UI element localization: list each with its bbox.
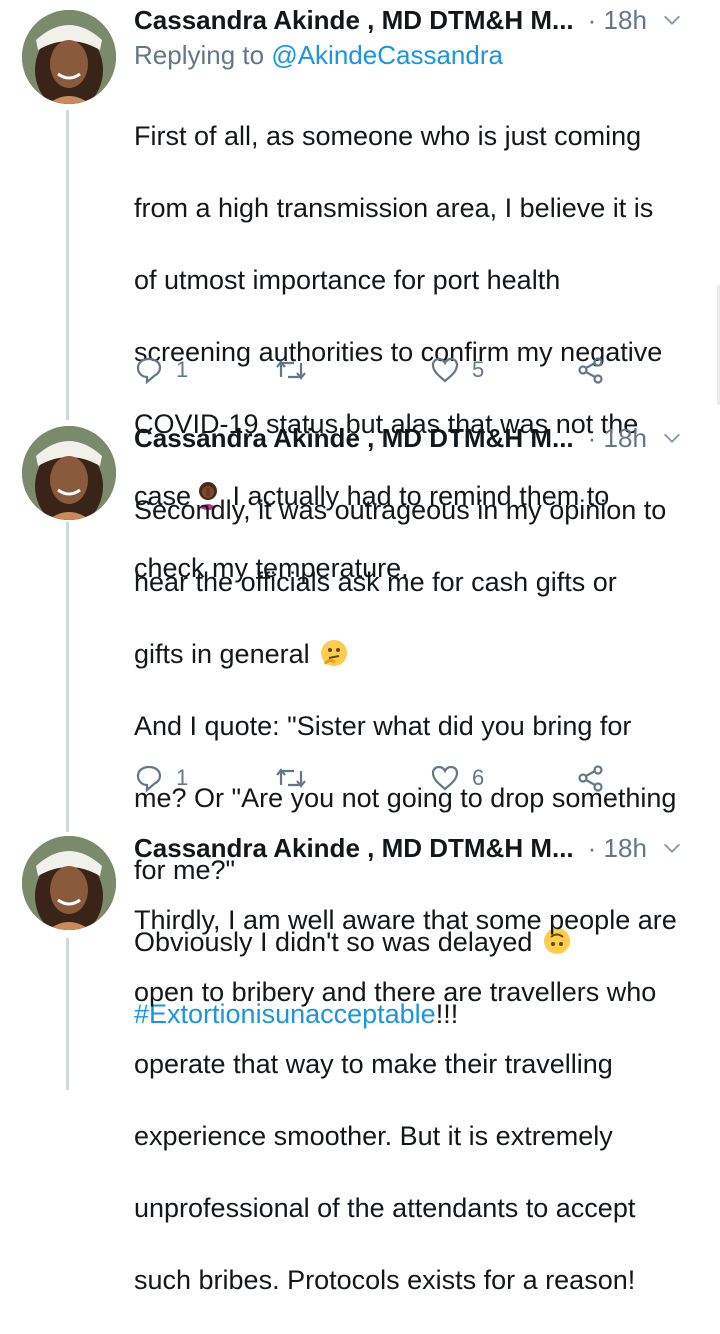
- retweet-icon: [276, 360, 306, 380]
- text-line: unprofessional of the attendants to acce…: [134, 1193, 636, 1223]
- like-button[interactable]: 5: [430, 350, 484, 390]
- author-name[interactable]: Cassandra Akinde , MD DTM&H M...: [134, 5, 574, 36]
- text-line: hear the officials ask me for cash gifts…: [134, 567, 617, 597]
- text-line: of utmost importance for port health: [134, 265, 561, 295]
- text-fragment: gifts in general: [134, 639, 310, 669]
- thinking-face-emoji-icon: [321, 640, 348, 666]
- replying-to-label: Replying to: [134, 40, 272, 70]
- text-line: Secondly, it was outrageous in my opinio…: [134, 495, 667, 525]
- chevron-down-icon[interactable]: [661, 9, 683, 31]
- retweet-icon: [276, 768, 306, 788]
- reply-button[interactable]: 1: [134, 758, 188, 798]
- heart-icon: [431, 765, 459, 791]
- text-line: experience smoother. But it is extremely: [134, 1121, 613, 1151]
- author-name[interactable]: Cassandra Akinde , MD DTM&H M...: [134, 423, 574, 454]
- reply-button[interactable]: 1: [134, 350, 188, 390]
- retweet-button[interactable]: [274, 350, 308, 390]
- reply-count: 1: [176, 765, 189, 790]
- reply-handle-link[interactable]: @AkindeCassandra: [271, 40, 503, 70]
- replying-to: Replying to @AkindeCassandra: [134, 40, 503, 71]
- reply-icon: [136, 765, 162, 793]
- like-count: 6: [472, 765, 485, 790]
- text-line: Thirdly, I am well aware that some peopl…: [134, 905, 677, 935]
- thread-line: [66, 522, 69, 832]
- tweet-actions: 1 5: [134, 350, 614, 390]
- share-icon: [578, 765, 603, 792]
- tweet-time[interactable]: · 18h: [588, 833, 647, 864]
- heart-icon: [431, 357, 459, 383]
- chevron-down-icon[interactable]: [661, 837, 683, 859]
- tweet-text: Thirdly, I am well aware that some peopl…: [134, 866, 706, 1334]
- tweet-header: Cassandra Akinde , MD DTM&H M... · 18h: [134, 418, 704, 458]
- thread-line: [66, 938, 69, 1090]
- text-line: gifts in general: [134, 636, 706, 672]
- tweet-header: Cassandra Akinde , MD DTM&H M... · 18h: [134, 0, 704, 40]
- tweet-actions: 1 6: [134, 758, 614, 798]
- share-icon: [578, 357, 603, 384]
- avatar[interactable]: [22, 10, 116, 104]
- text-line: And I quote: "Sister what did you bring …: [134, 711, 632, 741]
- thread-line: [66, 110, 69, 420]
- avatar[interactable]: [22, 426, 116, 520]
- share-button[interactable]: [576, 350, 606, 390]
- tweet-header: Cassandra Akinde , MD DTM&H M... · 18h: [134, 828, 704, 868]
- reply-count: 1: [176, 357, 189, 382]
- share-button[interactable]: [576, 758, 606, 798]
- text-line: such bribes. Protocols exists for a reas…: [134, 1265, 636, 1295]
- tweet-time[interactable]: · 18h: [588, 5, 647, 36]
- text-line: operate that way to make their travellin…: [134, 1049, 613, 1079]
- like-button[interactable]: 6: [430, 758, 484, 798]
- author-name[interactable]: Cassandra Akinde , MD DTM&H M...: [134, 833, 574, 864]
- tweet-time[interactable]: · 18h: [588, 423, 647, 454]
- avatar[interactable]: [22, 836, 116, 930]
- chevron-down-icon[interactable]: [661, 427, 683, 449]
- text-line: First of all, as someone who is just com…: [134, 121, 642, 151]
- text-line: from a high transmission area, I believe…: [134, 193, 654, 223]
- retweet-button[interactable]: [274, 758, 308, 798]
- reply-icon: [136, 357, 162, 385]
- like-count: 5: [472, 357, 485, 382]
- text-line: open to bribery and there are travellers…: [134, 977, 657, 1007]
